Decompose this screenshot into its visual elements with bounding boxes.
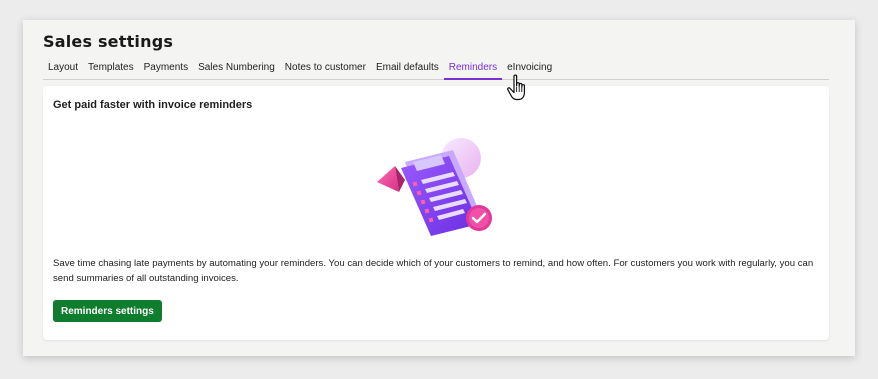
reminders-settings-button[interactable]: Reminders settings [53, 300, 162, 322]
tab-templates[interactable]: Templates [83, 58, 139, 79]
reminders-description: Save time chasing late payments by autom… [53, 258, 814, 284]
reminders-card: Get paid faster with invoice reminders S… [43, 86, 829, 340]
tab-notes-to-customer[interactable]: Notes to customer [280, 58, 371, 79]
tab-layout[interactable]: Layout [43, 58, 83, 79]
card-heading: Get paid faster with invoice reminders [53, 99, 253, 111]
invoice-reminder-illustration [377, 138, 492, 236]
settings-window: Sales settings Layout Templates Payments… [23, 20, 855, 356]
tab-email-defaults[interactable]: Email defaults [371, 58, 444, 79]
tab-einvoicing[interactable]: eInvoicing [502, 58, 557, 79]
tab-sales-numbering[interactable]: Sales Numbering [193, 58, 280, 79]
tab-reminders[interactable]: Reminders [443, 58, 503, 80]
page-title: Sales settings [43, 32, 174, 51]
settings-tabs: Layout Templates Payments Sales Numberin… [43, 58, 829, 80]
tab-payments[interactable]: Payments [139, 58, 193, 79]
